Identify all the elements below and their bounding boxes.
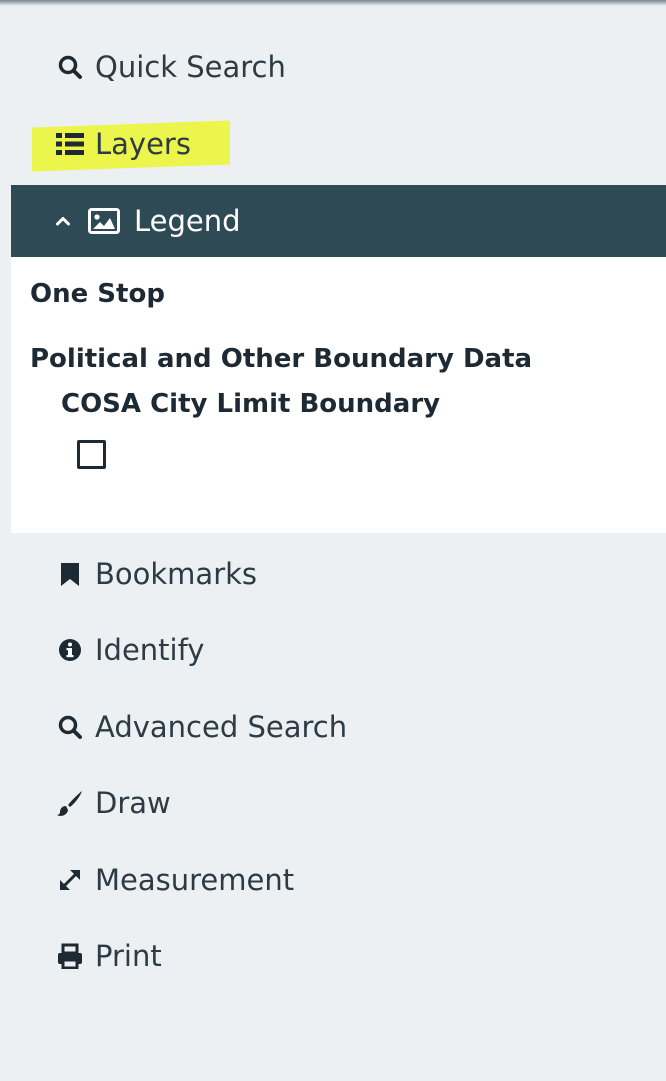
search-icon (55, 712, 85, 742)
print-icon (55, 941, 85, 971)
bookmark-icon (55, 559, 85, 589)
menu-item-print[interactable]: Print (55, 928, 162, 984)
menu-item-label: Measurement (95, 863, 295, 897)
search-icon (55, 52, 85, 82)
menu-item-identify[interactable]: Identify (55, 622, 204, 678)
menu-item-draw[interactable]: Draw (55, 775, 171, 831)
menu-item-advanced-search[interactable]: Advanced Search (55, 699, 347, 755)
image-icon (88, 208, 120, 234)
side-panel: Quick Search Layers Legend One Stop Poli… (0, 0, 666, 1081)
menu-item-label: Draw (95, 786, 171, 820)
brush-icon (55, 788, 85, 818)
legend-swatch (77, 440, 106, 469)
legend-layer-name: COSA City Limit Boundary (61, 389, 441, 419)
top-shadow (0, 0, 666, 6)
menu-item-legend[interactable]: Legend (11, 185, 666, 257)
expand-arrows-icon (55, 865, 85, 895)
info-icon (55, 635, 85, 665)
menu-item-quick-search[interactable]: Quick Search (55, 39, 286, 95)
menu-item-label: Quick Search (95, 50, 286, 84)
menu-item-label: Bookmarks (95, 557, 258, 591)
menu-item-layers[interactable]: Layers (55, 116, 191, 172)
menu-item-bookmarks[interactable]: Bookmarks (55, 546, 257, 602)
menu-item-label: Legend (134, 204, 241, 238)
legend-group-title: One Stop (30, 279, 165, 309)
menu-item-label: Print (95, 939, 162, 973)
chevron-up-icon (56, 216, 70, 226)
list-icon (55, 129, 85, 159)
menu-item-label: Advanced Search (95, 710, 348, 744)
legend-group-title: Political and Other Boundary Data (30, 344, 533, 374)
menu-item-label: Layers (95, 127, 191, 161)
menu-item-measurement[interactable]: Measurement (55, 852, 294, 908)
menu-item-label: Identify (95, 633, 205, 667)
